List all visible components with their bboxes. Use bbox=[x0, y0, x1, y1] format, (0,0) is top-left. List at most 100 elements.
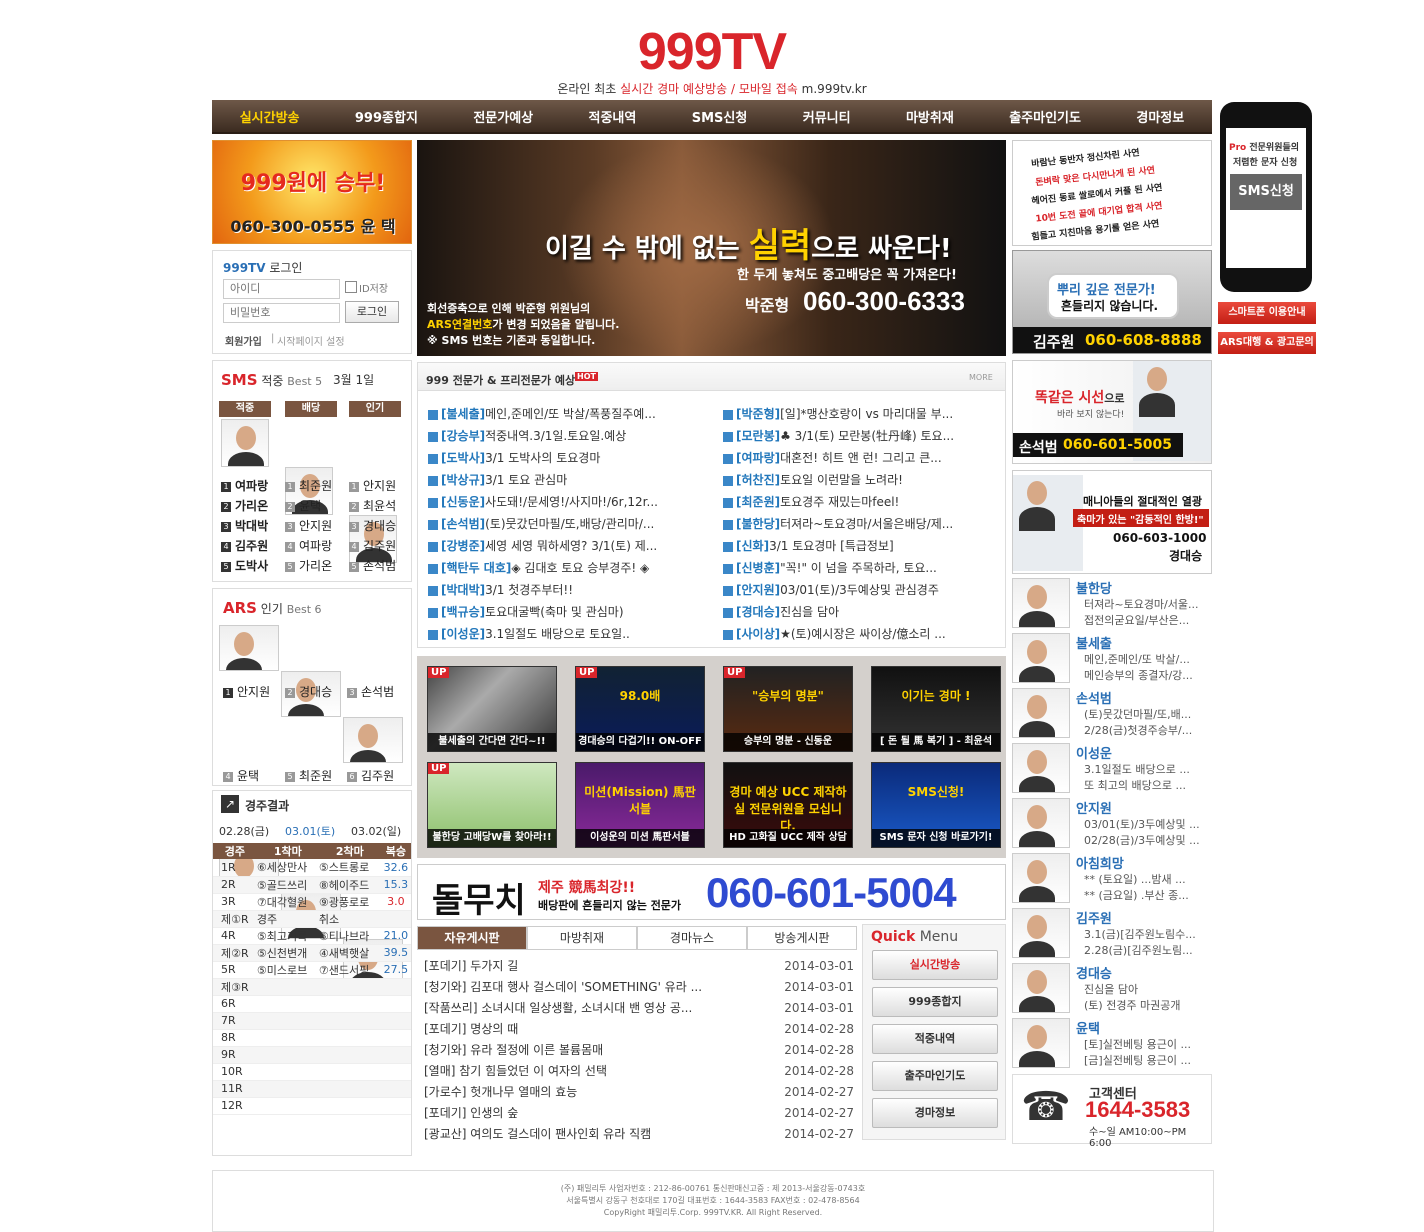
nav-community[interactable]: 커뮤니티 bbox=[803, 107, 851, 126]
ad-stories[interactable]: 바람난 동반자 정신차린 사연 돈벼락 맞은 다시만나게 된 사연 헤어진 동료 쌀… bbox=[1012, 140, 1212, 246]
ars-name[interactable]: 1 안지원 bbox=[223, 683, 270, 700]
board-row[interactable]: [작품쓰리] 소녀시대 일상생활, 소녀시대 밴 영상 공... 2014-03-… bbox=[424, 998, 854, 1018]
prediction-item[interactable]: [불한당]터져라~토요경마/서울은배당/제... bbox=[723, 515, 998, 531]
board-row[interactable]: [포데기] 인생의 숲 2014-02-27 bbox=[424, 1103, 854, 1123]
nav-sms[interactable]: SMS신청 bbox=[692, 107, 748, 126]
prediction-item[interactable]: [이성운]3.1일절도 배당으로 토요일.. bbox=[428, 625, 703, 641]
nav-live[interactable]: 실시간방송 bbox=[240, 107, 300, 126]
board-row[interactable]: [청기와] 유라 절정에 이른 볼륨몸매 2014-02-28 bbox=[424, 1040, 854, 1060]
prediction-item[interactable]: [최준원]토요경주 재밌는마feel! bbox=[723, 493, 998, 509]
video-thumbnail[interactable]: UP 불세출의 간다면 간다~!! bbox=[427, 666, 557, 752]
tab-free[interactable]: 자유게시판 bbox=[417, 926, 527, 950]
board-row[interactable]: [포데기] 두가지 길 2014-03-01 bbox=[424, 956, 854, 976]
home-link[interactable]: 시작페이지 설정 bbox=[277, 333, 345, 348]
quick-menu-item[interactable]: 경마정보 bbox=[872, 1098, 998, 1128]
prediction-item[interactable]: [박상규]3/1 토요 관심마 bbox=[428, 471, 703, 487]
smartphone-guide-button[interactable]: 스마트폰 이용안내 bbox=[1218, 302, 1316, 324]
expert-card[interactable]: 불세출 메인,준메인/또 박살/... 메인승부의 종결자/강... bbox=[1012, 633, 1212, 685]
ad-gyeongdaeseung[interactable]: 매니아들의 절대적인 열광 축마가 있는 "감동적인 한방!" 060-603-… bbox=[1012, 470, 1212, 574]
expert-card[interactable]: 안지원 03/01(토)/3두예상및 ... 02/28(금)/3두예상및 ... bbox=[1012, 798, 1212, 850]
quick-menu-item[interactable]: 출주마인기도 bbox=[872, 1061, 998, 1091]
prediction-item[interactable]: [신동운]사도돼!/문세영!/사지마!/6r,12r... bbox=[428, 493, 703, 509]
video-thumbnail[interactable]: 이기는 경마 ! [ 돈 될 馬 복기 ] - 최윤석 bbox=[871, 666, 1001, 752]
tab-news[interactable]: 경마뉴스 bbox=[637, 926, 747, 950]
date-tab[interactable]: 03.01(토) bbox=[285, 823, 335, 839]
nav-999[interactable]: 999종합지 bbox=[355, 107, 418, 126]
password-input[interactable] bbox=[223, 303, 340, 323]
sms-rank-name[interactable]: 2 가리온 bbox=[221, 497, 268, 514]
prediction-item[interactable]: [모란봉]♣ 3/1(토) 모란봉(牡丹峰) 토요... bbox=[723, 427, 998, 443]
prediction-item[interactable]: [강승부]적중내역.3/1일.토요일.예상 bbox=[428, 427, 703, 443]
phone-sms-button[interactable]: SMS신청 bbox=[1230, 174, 1302, 210]
prediction-item[interactable]: [박준형][일]*맹산호랑이 vs 마리대물 부... bbox=[723, 405, 998, 421]
prediction-item[interactable]: [도박사]3/1 도박사의 토요경마 bbox=[428, 449, 703, 465]
prediction-item[interactable]: [백규승]토요대굴빡(축마 및 관심마) bbox=[428, 603, 703, 619]
quick-menu-item[interactable]: 적중내역 bbox=[872, 1024, 998, 1054]
ad-kimjuwon[interactable]: 뿌리 깊은 전문가! 흔들리지 않습니다. 김주원 060-608-8888 bbox=[1012, 250, 1212, 354]
expert-card[interactable]: 경대승 진심을 담아 (토) 전경주 마권공개 bbox=[1012, 963, 1212, 1015]
board-row[interactable]: [광교산] 여의도 걸스데이 팬사인회 유라 직캠 2014-02-27 bbox=[424, 1124, 854, 1144]
banner-999-win[interactable]: 999원에 승부! 060-300-0555 윤 택 bbox=[212, 140, 412, 244]
prediction-item[interactable]: [박대박]3/1 첫경주부터!! bbox=[428, 581, 703, 597]
expert-card[interactable]: 김주원 3.1(금)[김주원노림수... 2.28(금)[김주원노림... bbox=[1012, 908, 1212, 960]
prediction-item[interactable]: [손석범](토)뭇갔던마필/또,배당/관리마/... bbox=[428, 515, 703, 531]
nav-popular[interactable]: 출주마인기도 bbox=[1009, 107, 1081, 126]
board-row[interactable]: [포데기] 명상의 때 2014-02-28 bbox=[424, 1019, 854, 1039]
join-link[interactable]: 회원가입 bbox=[225, 333, 262, 348]
tab-broadcast[interactable]: 방송게시판 bbox=[747, 926, 857, 950]
sms-rank-name[interactable]: 5 손석범 bbox=[349, 557, 396, 574]
cat-popular[interactable]: 인기 bbox=[349, 401, 401, 417]
expert-card[interactable]: 손석범 (토)뭇갔던마필/또,배... 2/28(금)첫경주승부/... bbox=[1012, 688, 1212, 740]
sms-rank-name[interactable]: 2 윤택 bbox=[285, 497, 321, 514]
site-logo[interactable]: 999TV bbox=[0, 24, 1424, 80]
sms-rank-name[interactable]: 4 김주원 bbox=[349, 537, 396, 554]
prediction-item[interactable]: [여파랑]대혼전! 히트 앤 런! 그리고 큰... bbox=[723, 449, 998, 465]
expert-photo[interactable] bbox=[343, 717, 403, 763]
sms-rank-name[interactable]: 5 가리온 bbox=[285, 557, 332, 574]
board-row[interactable]: [청기와] 김포대 행사 걸스데이 'SOMETHING' 유라 ... 2014… bbox=[424, 977, 854, 997]
sms-rank-name[interactable]: 1 최준원 bbox=[285, 477, 332, 494]
nav-info[interactable]: 경마정보 bbox=[1136, 107, 1184, 126]
video-thumbnail[interactable]: 미션(Mission) 馬판 서블 이성운의 미션 馬판서블 bbox=[575, 762, 705, 848]
prediction-item[interactable]: [강병준]세영 세영 뭐하세영? 3/1(토) 제... bbox=[428, 537, 703, 553]
ad-dolmuchi[interactable]: 돌무치 제주 競馬최강!! 배당판에 흔들리지 않는 전문가 060-601-5… bbox=[417, 864, 1006, 921]
prediction-item[interactable]: [핵탄두 대호]◈ 김대호 토요 승부경주! ◈ bbox=[428, 559, 703, 575]
quick-menu-item[interactable]: 실시간방송 bbox=[872, 950, 998, 980]
tab-stable[interactable]: 마방취재 bbox=[527, 926, 637, 950]
sms-rank-name[interactable]: 3 안지원 bbox=[285, 517, 332, 534]
sms-rank-name[interactable]: 3 박대박 bbox=[221, 517, 268, 534]
hero-banner[interactable]: 이길 수 밖에 없는 실력으로 싸운다! 한 두게 놓쳐도 중고배당은 꼭 가져… bbox=[417, 140, 1006, 356]
customer-center[interactable]: ☎ 고객센터 1644-3583 수~일 AM10:00~PM 6:00 bbox=[1012, 1074, 1212, 1149]
sms-rank-name[interactable]: 3 경대승 bbox=[349, 517, 396, 534]
sms-rank-name[interactable]: 4 김주원 bbox=[221, 537, 268, 554]
cat-hit[interactable]: 적중 bbox=[219, 401, 271, 417]
video-thumbnail[interactable]: UP 불한당 고배당W를 찾아라!! bbox=[427, 762, 557, 848]
quick-menu-item[interactable]: 999종합지 bbox=[872, 987, 998, 1017]
smartphone-ad[interactable]: Pro 전문위원들의 저렴한 문자 신청 SMS신청 bbox=[1220, 102, 1312, 292]
sms-rank-name[interactable]: 1 여파랑 bbox=[221, 477, 268, 494]
video-thumbnail[interactable]: SMS신청! SMS 문자 신청 바로가기! bbox=[871, 762, 1001, 848]
sms-rank-name[interactable]: 2 최윤석 bbox=[349, 497, 396, 514]
ars-name[interactable]: 5 최준원 bbox=[285, 767, 332, 784]
video-thumbnail[interactable]: 경마 예상 UCC 제작하실 전문위원을 모십니다. HD 고화질 UCC 제작 … bbox=[723, 762, 853, 848]
expert-card[interactable]: 불한당 터져라~토요경마/서울... 접전의굳요일/부산은... bbox=[1012, 578, 1212, 630]
expert-card[interactable]: 윤택 [토]실전베팅 용근이 ... [금]실전베팅 용근이 ... bbox=[1012, 1018, 1212, 1070]
ars-name[interactable]: 4 윤택 bbox=[223, 767, 259, 784]
more-link[interactable]: MORE bbox=[969, 373, 993, 382]
sms-rank-name[interactable]: 4 여파랑 bbox=[285, 537, 332, 554]
id-input[interactable] bbox=[223, 279, 340, 299]
board-row[interactable]: [열매] 참기 힘들었던 이 여자의 선택 2014-02-28 bbox=[424, 1061, 854, 1081]
sms-rank-name[interactable]: 1 안지원 bbox=[349, 477, 396, 494]
prediction-item[interactable]: [사이상]★(토)예시장은 싸이상/億소리 ... bbox=[723, 625, 998, 641]
board-row[interactable]: [가로수] 헛개나무 열매의 효능 2014-02-27 bbox=[424, 1082, 854, 1102]
expert-photo[interactable] bbox=[219, 625, 279, 671]
prediction-item[interactable]: [불세출]메인,준메인/또 박살/폭풍질주예... bbox=[428, 405, 703, 421]
login-button[interactable]: 로그인 bbox=[345, 301, 399, 323]
video-thumbnail[interactable]: UP 98.0배경대승의 다겁기!! ON-OFF의 한방 bbox=[575, 666, 705, 752]
save-id-checkbox[interactable] bbox=[345, 281, 357, 293]
ars-name[interactable]: 6 김주원 bbox=[347, 767, 394, 784]
nav-stable[interactable]: 마방취재 bbox=[906, 107, 954, 126]
ars-name[interactable]: 3 손석범 bbox=[347, 683, 394, 700]
date-tab[interactable]: 02.28(금) bbox=[219, 823, 269, 839]
cat-odds[interactable]: 배당 bbox=[285, 401, 337, 417]
